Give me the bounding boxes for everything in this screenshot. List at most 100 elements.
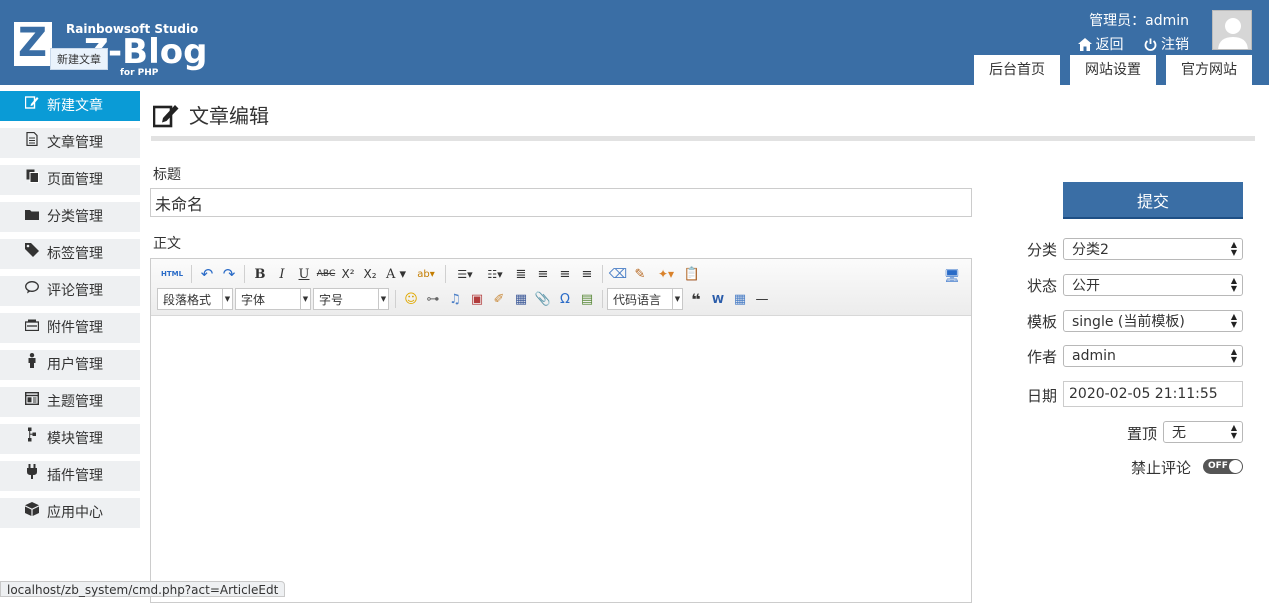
sidebar-item-attachment-manage[interactable]: 附件管理 <box>0 313 140 343</box>
template-select[interactable]: single (当前模板) ▲ ▼ <box>1063 310 1243 332</box>
blockquote-button[interactable]: ❝ <box>685 288 707 310</box>
app-center-icon <box>24 498 40 528</box>
title-input[interactable] <box>150 188 972 217</box>
sidebar-item-user-manage[interactable]: 用户管理 <box>0 350 140 380</box>
video-button[interactable]: ▦ <box>510 288 532 310</box>
scrawl-button[interactable]: ✐ <box>488 288 510 310</box>
sidebar-item-app-center[interactable]: 应用中心 <box>0 498 140 528</box>
bold-button[interactable]: B <box>249 263 271 285</box>
chevron-down-icon: ▼ <box>222 289 232 309</box>
paragraph-format-select[interactable]: 段落格式 ▼ <box>157 288 233 310</box>
table-button[interactable]: ▦ <box>729 288 751 310</box>
toolbar-row-2: 段落格式 ▼ 字体 ▼ 字号 ▼ ☺ ⊶ ♫ ▣ ✐ ▦ 📎 Ω ▤ 代码语言 ▼ ❝ … <box>157 288 773 310</box>
smiley-icon: ☺ <box>404 291 418 307</box>
unordered-list-button[interactable]: ☷▾ <box>480 263 510 285</box>
sidebar-item-article-manage[interactable]: 文章管理 <box>0 128 140 158</box>
avatar[interactable] <box>1212 10 1252 50</box>
sidebar-item-category-manage[interactable]: 分类管理 <box>0 202 140 232</box>
user-line: 管理员：admin <box>1062 10 1189 30</box>
subscript-button[interactable]: X₂ <box>359 263 381 285</box>
auto-format-button[interactable]: ✦▾ <box>651 263 681 285</box>
superscript-button[interactable]: X² <box>337 263 359 285</box>
sidebar-item-new-article[interactable]: 新建文章 <box>0 91 140 121</box>
font-family-select[interactable]: 字体 ▼ <box>235 288 311 310</box>
align-left-button[interactable]: ≡ <box>532 263 554 285</box>
undo-button[interactable]: ↶ <box>196 263 218 285</box>
emoji-button[interactable]: ☺ <box>400 288 422 310</box>
zblog-logo[interactable]: Z Rainbowsoft Studio Z-Blog for PHP 新建文章 <box>14 20 214 80</box>
sidebar-item-comment-manage[interactable]: 评论管理 <box>0 276 140 306</box>
underline-button[interactable]: U <box>293 263 315 285</box>
sticky-select[interactable]: 无 ▲ ▼ <box>1163 421 1243 443</box>
user-name[interactable]: admin <box>1145 13 1189 29</box>
title-label: 标题 <box>153 167 181 183</box>
disable-comment-toggle[interactable]: OFF <box>1203 459 1243 474</box>
quote-icon: ❝ <box>691 289 701 309</box>
user-area: 管理员：admin 返回 注销 <box>1062 10 1189 54</box>
sidebar-item-label: 插件管理 <box>47 468 103 484</box>
select-arrows-icon: ▲ ▼ <box>1230 423 1237 440</box>
table-icon: ▦ <box>733 291 747 307</box>
sidebar-item-plugin-manage[interactable]: 插件管理 <box>0 461 140 491</box>
attachment-button[interactable]: 📎 <box>532 288 554 310</box>
link-button[interactable]: ⊶ <box>422 288 444 310</box>
attachment-icon <box>24 313 40 343</box>
logo-sub-text: for PHP <box>120 68 159 78</box>
html-source-button[interactable]: HTML <box>157 263 187 285</box>
sidebar-item-label: 用户管理 <box>47 357 103 373</box>
category-select[interactable]: 分类2 ▲ ▼ <box>1063 238 1243 260</box>
sidebar-item-theme-manage[interactable]: 主题管理 <box>0 387 140 417</box>
paragraph-format-value: 段落格式 <box>163 292 212 307</box>
page-header: 文章编辑 <box>153 100 269 129</box>
ordered-list-icon: ☰▾ <box>457 267 473 281</box>
align-right-button[interactable]: ≡ <box>576 263 598 285</box>
highlight-button[interactable]: ab▾ <box>411 263 441 285</box>
indent-button[interactable]: ≣ <box>510 263 532 285</box>
status-select[interactable]: 公开 ▲ ▼ <box>1063 274 1243 296</box>
format-brush-button[interactable]: ✎ <box>629 263 651 285</box>
word-paste-button[interactable]: W <box>707 288 729 310</box>
gallery-icon: ▤ <box>580 291 594 307</box>
font-color-button[interactable]: A ▾ <box>381 263 411 285</box>
plugin-icon <box>24 461 40 491</box>
author-select[interactable]: admin ▲ ▼ <box>1063 345 1243 367</box>
fullscreen-button[interactable]: 🖥 <box>941 265 963 287</box>
align-center-button[interactable]: ≡ <box>554 263 576 285</box>
date-label: 日期 <box>1027 387 1058 405</box>
editor-toolbar: HTML ↶ ↷ B I U ABC X² X₂ A ▾ ab▾ ☰▾ ☷▾ ≣… <box>151 259 971 316</box>
special-char-button[interactable]: Ω <box>554 288 576 310</box>
strikethrough-button[interactable]: ABC <box>315 263 337 285</box>
select-arrows-icon: ▲ ▼ <box>1230 312 1237 329</box>
sidebar-item-page-manage[interactable]: 页面管理 <box>0 165 140 195</box>
gallery-button[interactable]: ▤ <box>576 288 598 310</box>
tab-admin-home[interactable]: 后台首页 <box>974 55 1060 85</box>
paste-button[interactable]: 📋 <box>681 263 703 285</box>
font-size-select[interactable]: 字号 ▼ <box>313 288 389 310</box>
tab-official-site[interactable]: 官方网站 <box>1166 55 1252 85</box>
logout-link[interactable]: 注销 <box>1144 37 1189 53</box>
italic-button[interactable]: I <box>271 263 293 285</box>
sidebar-item-module-manage[interactable]: 模块管理 <box>0 424 140 454</box>
sidebar-item-label: 标签管理 <box>47 246 103 262</box>
rich-text-editor[interactable]: HTML ↶ ↷ B I U ABC X² X₂ A ▾ ab▾ ☰▾ ☷▾ ≣… <box>150 258 972 603</box>
tab-site-settings[interactable]: 网站设置 <box>1070 55 1156 85</box>
ordered-list-button[interactable]: ☰▾ <box>450 263 480 285</box>
image-icon: ▣ <box>470 291 484 307</box>
sidebar-item-tag-manage[interactable]: 标签管理 <box>0 239 140 269</box>
select-arrows-icon: ▲ ▼ <box>1230 276 1237 293</box>
music-button[interactable]: ♫ <box>444 288 466 310</box>
date-input[interactable] <box>1063 381 1243 407</box>
superscript-icon: X² <box>341 267 355 281</box>
redo-button[interactable]: ↷ <box>218 263 240 285</box>
back-label: 返回 <box>1095 37 1124 53</box>
header-divider <box>151 136 1255 141</box>
horizontal-rule-button[interactable]: — <box>751 288 773 310</box>
editor-content-area[interactable] <box>151 316 971 606</box>
eraser-button[interactable]: ⌫ <box>607 263 629 285</box>
back-link[interactable]: 返回 <box>1077 37 1128 53</box>
image-button[interactable]: ▣ <box>466 288 488 310</box>
eraser-icon: ⌫ <box>608 266 628 282</box>
html-icon: HTML <box>160 270 184 278</box>
code-language-select[interactable]: 代码语言 ▼ <box>607 288 683 310</box>
submit-button[interactable]: 提交 <box>1063 182 1243 219</box>
